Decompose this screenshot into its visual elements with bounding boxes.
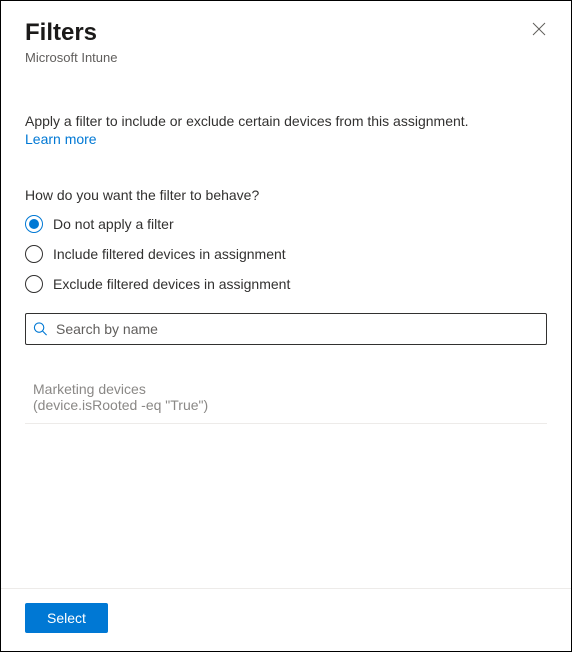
filter-list: Marketing devices (device.isRooted -eq "… [25, 377, 547, 424]
radio-label: Do not apply a filter [53, 216, 174, 232]
filter-item-rule: (device.isRooted -eq "True") [33, 397, 539, 413]
panel-title: Filters [25, 19, 547, 48]
learn-more-link[interactable]: Learn more [25, 131, 97, 147]
radio-icon [25, 215, 43, 233]
radio-label: Include filtered devices in assignment [53, 246, 286, 262]
search-wrapper [25, 313, 547, 345]
search-input[interactable] [25, 313, 547, 345]
radio-exclude[interactable]: Exclude filtered devices in assignment [25, 269, 551, 299]
select-button[interactable]: Select [25, 603, 108, 633]
panel-header: Filters Microsoft Intune [1, 1, 571, 65]
panel-body: Apply a filter to include or exclude cer… [1, 113, 571, 588]
close-icon [532, 22, 546, 36]
panel-subtitle: Microsoft Intune [25, 50, 547, 65]
filter-item-name: Marketing devices [33, 381, 539, 397]
intro-text: Apply a filter to include or exclude cer… [25, 113, 551, 129]
close-button[interactable] [529, 19, 549, 39]
radio-icon [25, 275, 43, 293]
radio-label: Exclude filtered devices in assignment [53, 276, 290, 292]
search-icon [33, 321, 48, 336]
radio-group: Do not apply a filter Include filtered d… [25, 209, 551, 299]
radio-icon [25, 245, 43, 263]
filters-panel: Filters Microsoft Intune Apply a filter … [0, 0, 572, 652]
radio-include[interactable]: Include filtered devices in assignment [25, 239, 551, 269]
filter-list-item[interactable]: Marketing devices (device.isRooted -eq "… [25, 377, 547, 424]
panel-footer: Select [1, 588, 571, 651]
radio-do-not-apply[interactable]: Do not apply a filter [25, 209, 551, 239]
behavior-question: How do you want the filter to behave? [25, 187, 551, 203]
